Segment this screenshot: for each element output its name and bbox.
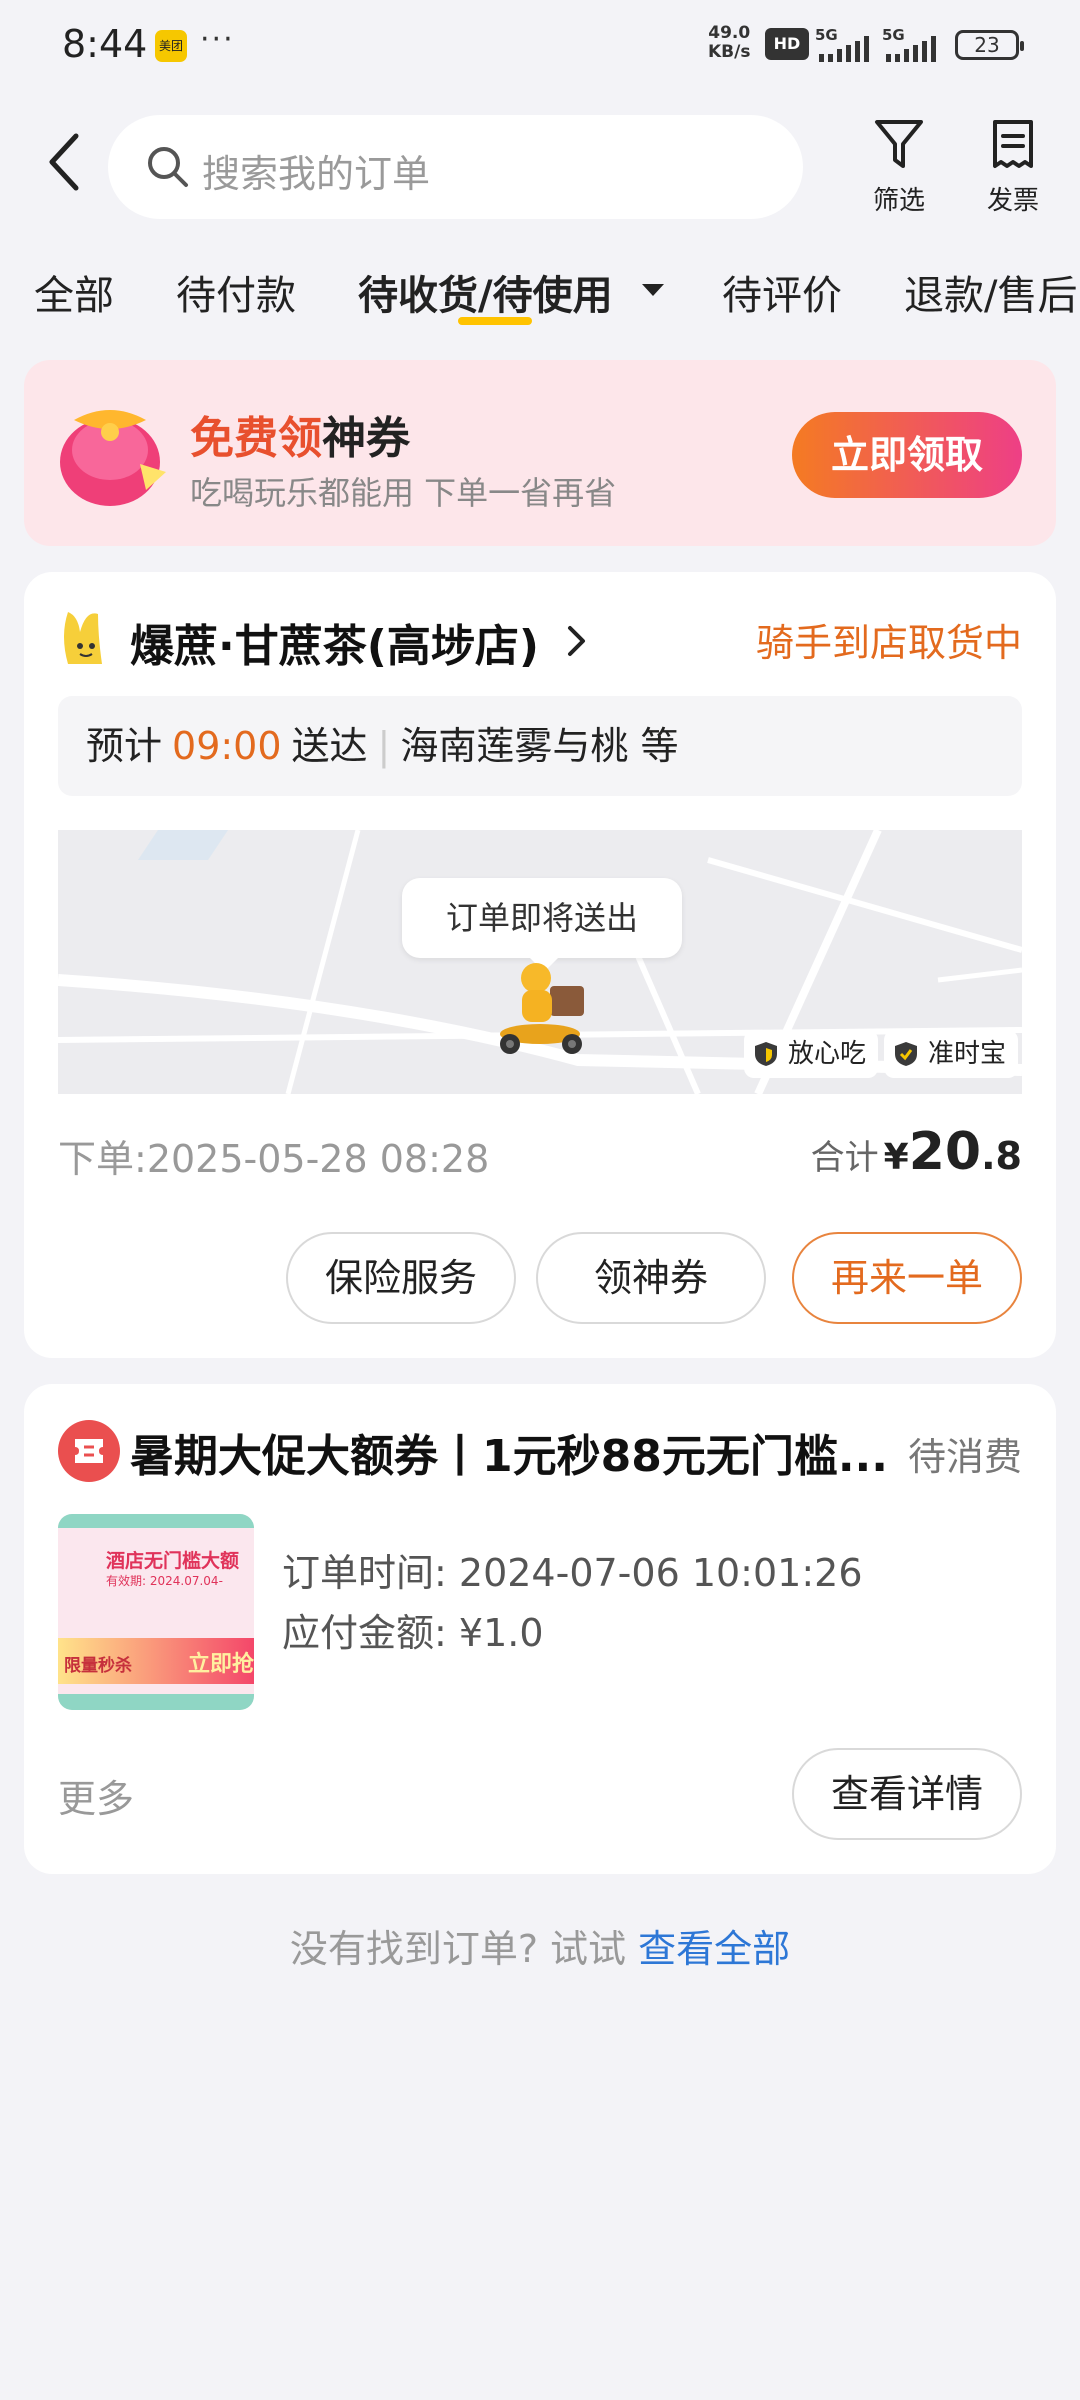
total-decimal: .8 (981, 1134, 1022, 1178)
tab-refund[interactable]: 退款/售后 (904, 263, 1077, 321)
ticket-icon (75, 1439, 103, 1463)
tag-safe-food: 放心吃 (744, 1030, 879, 1078)
order-date-value: 2025-05-28 08:28 (146, 1137, 490, 1181)
filter-button[interactable]: 筛选 (854, 118, 944, 217)
thumb-title: 酒店无门槛大额 (106, 1550, 240, 1572)
shop-logo-icon (64, 612, 102, 664)
signal-2-icon: 5G (882, 26, 944, 62)
order-time-value: 2024-07-06 10:01:26 (458, 1551, 863, 1595)
map-bubble: 订单即将送出 (402, 878, 682, 972)
order-total: 合计 ¥20.8 (811, 1122, 1022, 1182)
signal-1-icon: 5G (815, 26, 877, 62)
voucher-status: 待消费 (907, 1435, 1022, 1479)
hd-voice-icon: HD (765, 28, 809, 60)
eta-divider: | (377, 724, 391, 768)
signal-bars-icon (886, 36, 936, 62)
insurance-service-button[interactable]: 保险服务 (286, 1232, 516, 1324)
tab-pending-review[interactable]: 待评价 (722, 263, 842, 321)
total-label: 合计 (810, 1138, 879, 1178)
voucher-icon (58, 1420, 120, 1482)
chevron-right-icon[interactable] (566, 624, 588, 658)
tab-pending-receipt[interactable]: 待收货/待使用 (358, 263, 613, 321)
order-date-label: 下单: (58, 1137, 147, 1181)
promo-title: 免费领神券 (190, 402, 410, 466)
voucher-amount: 应付金额: ¥1.0 (282, 1602, 544, 1657)
order-date: 下单:2025-05-28 08:28 (58, 1128, 489, 1183)
view-all-link[interactable]: 查看全部 (638, 1927, 790, 1971)
shop-name[interactable]: 爆蔗·甘蔗茶(高埗店) (130, 610, 539, 674)
meituan-app-icon: 美团 (155, 30, 187, 62)
promo-subtitle: 吃喝玩乐都能用 下单一省再省 (190, 474, 617, 512)
thumb-top-stripe (58, 1514, 254, 1528)
status-bar: 8:44 美团 ··· 49.0 KB/s HD 5G 5G 23 (0, 0, 1080, 90)
invoice-icon (993, 120, 1033, 168)
order-card-delivery[interactable]: 爆蔗·甘蔗茶(高埗店) 骑手到店取货中 预计 09:00 送达 | 海南莲雾与桃 等 订… (24, 572, 1056, 1358)
signal-bars-icon (819, 36, 869, 62)
network-speed-unit: KB/s (708, 42, 751, 62)
search-input[interactable]: 搜索我的订单 (108, 115, 803, 219)
hint-text: 没有找到订单? 试试 (289, 1927, 627, 1971)
no-order-hint: 没有找到订单? 试试 查看全部 (0, 1918, 1080, 1973)
back-button[interactable] (44, 132, 94, 202)
order-items: 海南莲雾与桃 等 (400, 724, 679, 768)
total-currency: ¥ (883, 1137, 909, 1178)
more-notifications-icon: ··· (200, 22, 235, 57)
tag-safe-food-label: 放心吃 (788, 1039, 867, 1069)
eta-prefix: 预计 (86, 724, 163, 768)
more-link[interactable]: 更多 (58, 1768, 134, 1823)
claim-now-button[interactable]: 立即领取 (792, 412, 1022, 498)
promo-title-highlight: 免费领 (190, 413, 322, 464)
search-placeholder: 搜索我的订单 (202, 152, 431, 196)
tab-pending-payment[interactable]: 待付款 (176, 263, 296, 321)
invoice-button[interactable]: 发票 (968, 118, 1058, 217)
voucher-order-time: 订单时间: 2024-07-06 10:01:26 (282, 1542, 863, 1597)
total-integer: 20 (908, 1122, 982, 1182)
filter-icon (875, 120, 923, 168)
order-card-voucher[interactable]: 暑期大促大额券丨1元秒88元无门槛... 待消费 酒店无门槛大额 有效期: 20… (24, 1384, 1056, 1874)
get-coupon-button[interactable]: 领神券 (536, 1232, 766, 1324)
tag-on-time-label: 准时宝 (928, 1039, 1007, 1069)
thumb-button: 立即抢 (188, 1652, 254, 1677)
status-time: 8:44 (62, 22, 148, 66)
invoice-label: 发票 (986, 186, 1039, 216)
eta-time: 09:00 (172, 724, 282, 768)
thumb-bottom-stripe (58, 1694, 254, 1710)
coupon-promo-banner[interactable]: 免费领神券 吃喝玩乐都能用 下单一省再省 立即领取 (24, 360, 1056, 546)
tag-on-time: 准时宝 (884, 1030, 1019, 1078)
voucher-title[interactable]: 暑期大促大额券丨1元秒88元无门槛... (130, 1420, 920, 1484)
delivery-eta: 预计 09:00 送达 | 海南莲雾与桃 等 (58, 696, 1022, 796)
battery-icon: 23 (955, 30, 1024, 60)
view-details-button[interactable]: 查看详情 (792, 1748, 1022, 1840)
network-speed-value: 49.0 (708, 23, 751, 43)
promo-title-rest: 神券 (322, 413, 410, 464)
shield-icon (895, 1042, 917, 1066)
thumb-tag: 限量秒杀 (64, 1656, 132, 1676)
shield-icon (755, 1042, 777, 1066)
tab-all[interactable]: 全部 (34, 263, 114, 321)
delivery-rider-icon (500, 963, 584, 1054)
eta-suffix: 送达 (291, 724, 368, 768)
voucher-thumbnail[interactable]: 酒店无门槛大额 有效期: 2024.07.04- 限量秒杀 立即抢 (58, 1514, 254, 1710)
search-icon (148, 147, 188, 187)
chevron-left-icon (49, 133, 79, 191)
amount-value: ¥1.0 (458, 1611, 544, 1655)
reorder-button[interactable]: 再来一单 (792, 1232, 1022, 1324)
network-speed: 49.0 KB/s (708, 24, 750, 62)
order-tabs: 全部 待付款 待收货/待使用 待评价 退款/售后 (0, 255, 1080, 335)
active-tab-indicator (458, 317, 532, 325)
delivery-map[interactable]: 订单即将送出 放心吃 准时宝 (58, 830, 1022, 1094)
order-status: 骑手到店取货中 (755, 621, 1022, 665)
caret-down-icon[interactable] (642, 284, 664, 296)
lucky-bag-icon (60, 410, 166, 506)
order-time-label: 订单时间: (282, 1551, 447, 1595)
thumb-validity: 有效期: 2024.07.04- (106, 1574, 223, 1588)
filter-label: 筛选 (872, 186, 925, 216)
amount-label: 应付金额: (282, 1611, 447, 1655)
